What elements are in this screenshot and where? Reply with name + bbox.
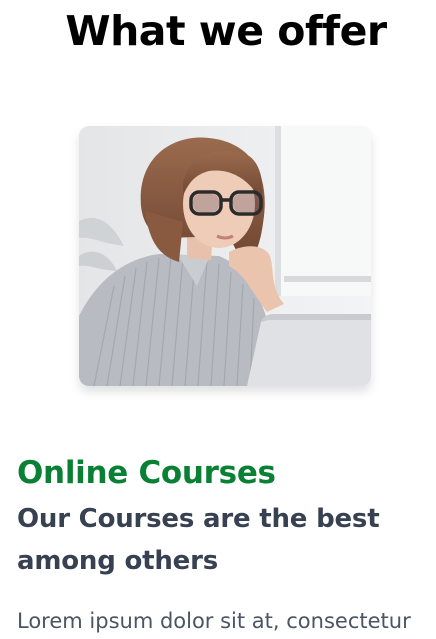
section-title: What we offer	[65, 7, 387, 55]
course-photo	[79, 126, 371, 386]
course-tagline: Our Courses are the best among others	[17, 504, 380, 576]
course-title: Online Courses	[17, 455, 276, 491]
course-description: Lorem ipsum dolor sit at, consectetur	[17, 609, 411, 633]
